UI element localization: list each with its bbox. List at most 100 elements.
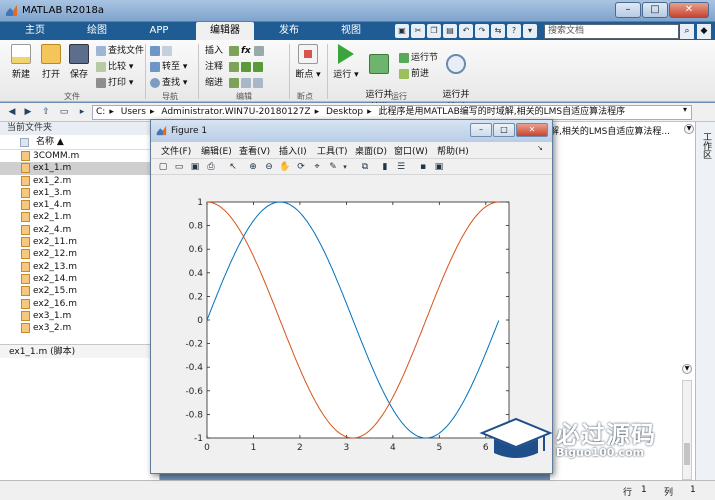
maximize-button[interactable]: □ [642, 2, 668, 18]
insert-button[interactable]: 插入 [205, 45, 223, 58]
new-figure-icon[interactable]: ▢ [157, 161, 169, 173]
switch-windows-icon[interactable]: ⇆ [491, 24, 505, 38]
tab-plots[interactable]: 绘图 [70, 22, 124, 40]
open-button[interactable]: 打开 [38, 44, 64, 80]
advance-button[interactable]: 前进 [399, 68, 429, 81]
file-list-item[interactable]: ex2_16.m [0, 298, 160, 310]
panel-menu-icon[interactable]: ▼ [684, 124, 694, 134]
pan-icon[interactable]: ✋ [279, 161, 291, 173]
search-input[interactable]: 搜索文档 [544, 24, 679, 39]
path-segment[interactable]: Desktop [326, 107, 363, 117]
breakpoints-button[interactable]: 断点 ▾ [294, 44, 322, 80]
file-list-item[interactable]: ex1_2.m [0, 175, 160, 187]
menu-view[interactable]: 查看(V) [239, 144, 270, 157]
zoom-in-icon[interactable]: ⊕ [247, 161, 259, 173]
tab-view[interactable]: 视图 [324, 22, 378, 40]
show-plot-tools-icon[interactable]: ▣ [433, 161, 445, 173]
file-list-item[interactable]: ex2_4.m [0, 224, 160, 236]
file-list-item[interactable]: ex3_1.m [0, 310, 160, 322]
copy-icon[interactable]: ❐ [427, 24, 441, 38]
menu-dock-icon[interactable]: ↘ [537, 144, 543, 152]
brush-dropdown-icon[interactable]: ▾ [339, 161, 351, 173]
back-icon[interactable]: ◀ [6, 106, 18, 118]
figure-close-button[interactable]: ✕ [516, 123, 548, 137]
legend-icon[interactable]: ☰ [395, 161, 407, 173]
goto-button[interactable]: 转至 ▾ [150, 61, 187, 74]
scrollbar-thumb[interactable] [684, 443, 690, 465]
menu-window[interactable]: 窗口(W) [394, 144, 428, 157]
redo-icon[interactable]: ↷ [475, 24, 489, 38]
indent-button[interactable]: 缩进 [205, 77, 223, 90]
file-list-item[interactable]: ex2_13.m [0, 261, 160, 273]
print-figure-icon[interactable]: ⎙ [205, 161, 217, 173]
file-list-item[interactable]: ex3_2.m [0, 322, 160, 334]
save-button[interactable]: 保存 [66, 44, 92, 80]
path-segment[interactable]: 此程序是用MATLAB编写的时域解,相关的LMS自适应算法程序 [379, 107, 626, 117]
menu-insert[interactable]: 插入(I) [279, 144, 307, 157]
file-list-item[interactable]: ex2_14.m [0, 273, 160, 285]
tab-home[interactable]: 主页 [8, 22, 62, 40]
file-list-item[interactable]: ex2_12.m [0, 248, 160, 260]
panel-menu-icon[interactable]: ▼ [682, 364, 692, 374]
data-cursor-icon[interactable]: ⌖ [311, 161, 323, 173]
compare-button[interactable]: 比较 ▾ [96, 61, 133, 74]
tab-publish[interactable]: 发布 [262, 22, 316, 40]
menu-help[interactable]: 帮助(H) [437, 144, 469, 157]
run-section-button[interactable]: 运行节 [399, 52, 438, 65]
tab-apps[interactable]: APP [132, 22, 186, 40]
colorbar-icon[interactable]: ▮ [379, 161, 391, 173]
file-list-item[interactable]: ex1_4.m [0, 199, 160, 211]
indent-icons[interactable] [229, 77, 265, 90]
workspace-side-tab[interactable]: 工作区 [695, 122, 715, 490]
path-segment[interactable]: C: [96, 107, 105, 117]
path-segment[interactable]: Users [121, 107, 146, 117]
dropdown-icon[interactable]: ▾ [523, 24, 537, 38]
scrollbar[interactable] [682, 380, 692, 480]
current-path[interactable]: C: ▸ Users ▸ Administrator.WIN7U-20180127Z… [92, 105, 692, 120]
up-folder-icon[interactable]: ⇧ [40, 106, 52, 118]
insert-icons[interactable]: fx [229, 45, 266, 58]
undo-icon[interactable]: ↶ [459, 24, 473, 38]
save-icon[interactable]: ▣ [395, 24, 409, 38]
figure-minimize-button[interactable]: – [470, 123, 492, 137]
name-column-header[interactable]: 名称 ▲ [0, 135, 159, 150]
save-figure-icon[interactable]: ▣ [189, 161, 201, 173]
help-icon[interactable]: ? [507, 24, 521, 38]
forward-icon[interactable]: ▶ [22, 106, 34, 118]
close-button[interactable]: ✕ [669, 2, 709, 18]
figure-maximize-button[interactable]: □ [493, 123, 515, 137]
browse-folder-icon[interactable]: ▭ [58, 106, 70, 118]
pointer-icon[interactable]: ↖ [227, 161, 239, 173]
cut-icon[interactable]: ✂ [411, 24, 425, 38]
menu-desktop[interactable]: 桌面(D) [355, 144, 387, 157]
file-list-item[interactable]: ex2_1.m [0, 211, 160, 223]
path-dropdown-icon[interactable]: ▾ [683, 105, 687, 114]
print-button[interactable]: 打印 ▾ [96, 77, 133, 90]
back-forward-buttons[interactable] [150, 45, 174, 58]
find-button[interactable]: 查找 ▾ [150, 77, 187, 90]
rotate-icon[interactable]: ⟳ [295, 161, 307, 173]
search-icon[interactable]: ⌕ [680, 24, 694, 39]
brush-icon[interactable]: ✎ [327, 161, 339, 173]
tab-editor[interactable]: 编辑器 [196, 22, 254, 40]
comment-icons[interactable] [229, 61, 265, 74]
menu-tools[interactable]: 工具(T) [317, 144, 348, 157]
file-list-item[interactable]: ex2_11.m [0, 236, 160, 248]
menu-file[interactable]: 文件(F) [161, 144, 191, 157]
figure-title-bar[interactable]: Figure 1 – □ ✕ [151, 120, 552, 142]
hide-plot-tools-icon[interactable]: ▪ [417, 161, 429, 173]
minimize-button[interactable]: – [615, 2, 641, 18]
file-list-item[interactable]: ex1_3.m [0, 187, 160, 199]
menu-edit[interactable]: 编辑(E) [201, 144, 232, 157]
notification-icon[interactable]: ◆ [697, 24, 711, 39]
new-button[interactable]: 新建 [8, 44, 34, 80]
find-files-button[interactable]: 查找文件 [96, 45, 144, 58]
paste-icon[interactable]: ▤ [443, 24, 457, 38]
open-file-icon[interactable]: ▭ [173, 161, 185, 173]
link-plot-icon[interactable]: ⧉ [359, 161, 371, 173]
comment-button[interactable]: 注释 [205, 61, 223, 74]
path-segment[interactable]: Administrator.WIN7U-20180127Z [161, 107, 310, 117]
file-list-item[interactable]: ex2_15.m [0, 285, 160, 297]
file-list-item[interactable]: ex1_1.m [0, 162, 160, 175]
zoom-out-icon[interactable]: ⊖ [263, 161, 275, 173]
